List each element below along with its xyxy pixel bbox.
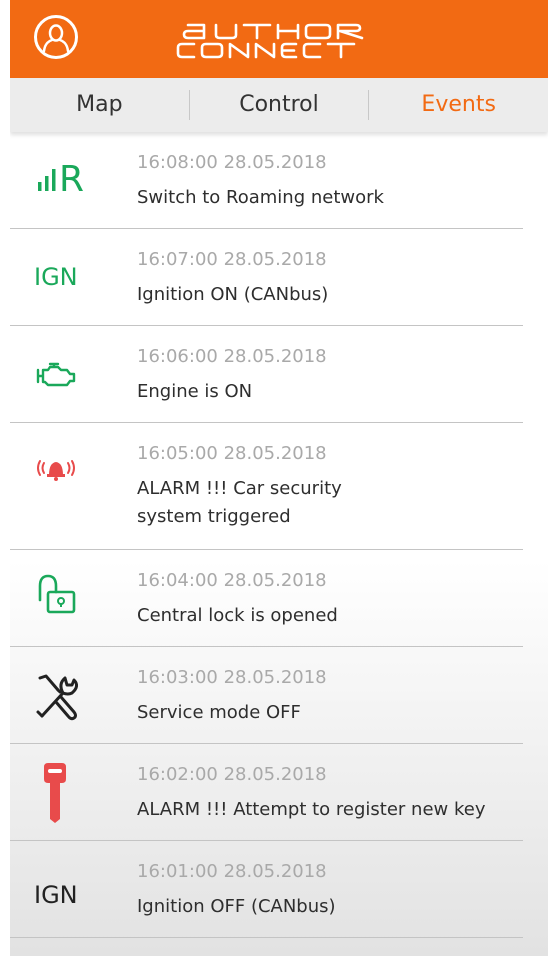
ignition-label: IGN — [34, 263, 78, 291]
alarm-bell-icon — [34, 453, 114, 483]
event-time: 16:05:00 28.05.2018 — [137, 443, 327, 464]
event-description: Ignition ON (CANbus) — [137, 284, 329, 305]
ignition-label: IGN — [34, 881, 78, 909]
event-time: 16:08:00 28.05.2018 — [137, 152, 327, 173]
event-description: Ignition OFF (CANbus) — [137, 896, 336, 917]
unlocked-padlock-icon — [34, 570, 114, 622]
ignition-off-icon: IGN — [34, 875, 114, 915]
event-time: 16:01:00 28.05.2018 — [137, 861, 327, 882]
event-time: 16:02:00 28.05.2018 — [137, 764, 327, 785]
event-row[interactable]: 16:05:00 28.05.2018 ALARM !!! Car securi… — [10, 423, 523, 550]
event-time: 16:04:00 28.05.2018 — [137, 570, 327, 591]
event-row[interactable]: 16:03:00 28.05.2018 Service mode OFF — [10, 647, 523, 744]
roaming-letter: R — [59, 159, 84, 196]
event-description: ALARM !!! Attempt to register new key — [137, 799, 486, 820]
event-row[interactable]: IGN 16:07:00 28.05.2018 Ignition ON (CAN… — [10, 229, 523, 326]
tab-map[interactable]: Map — [10, 78, 189, 132]
event-description-line: ALARM !!! Car security — [137, 478, 342, 499]
event-row[interactable]: 16:06:00 28.05.2018 Engine is ON — [10, 326, 523, 423]
app-frame: Map Control Events R 16:08:00 28.05.2018 — [10, 0, 548, 956]
tab-control[interactable]: Control — [190, 78, 369, 132]
tab-bar: Map Control Events — [10, 78, 548, 132]
wrench-screwdriver-icon — [34, 671, 114, 723]
engine-icon — [34, 360, 114, 392]
event-description: Central lock is opened — [137, 605, 338, 626]
app-header — [10, 0, 548, 78]
author-connect-logo — [170, 17, 398, 65]
event-description-line: system triggered — [137, 506, 291, 527]
event-row[interactable]: R 16:08:00 28.05.2018 Switch to Roaming … — [10, 132, 523, 229]
key-icon — [34, 762, 114, 826]
event-description: Engine is ON — [137, 381, 253, 402]
event-row[interactable]: IGN 16:01:00 28.05.2018 Ignition OFF (CA… — [10, 841, 523, 938]
event-description: ALARM !!! Car security system triggered — [137, 475, 523, 531]
event-row[interactable]: 16:02:00 28.05.2018 ALARM !!! Attempt to… — [10, 744, 523, 841]
event-time: 16:06:00 28.05.2018 — [137, 346, 327, 367]
user-profile-icon[interactable] — [34, 15, 78, 59]
ignition-on-icon: IGN — [34, 257, 114, 297]
event-time: 16:03:00 28.05.2018 — [137, 667, 327, 688]
event-description: Switch to Roaming network — [137, 187, 384, 208]
tab-events[interactable]: Events — [369, 78, 548, 132]
event-time: 16:07:00 28.05.2018 — [137, 249, 327, 270]
event-row[interactable]: 16:04:00 28.05.2018 Central lock is open… — [10, 550, 523, 647]
event-list: R 16:08:00 28.05.2018 Switch to Roaming … — [10, 132, 548, 938]
event-description: Service mode OFF — [137, 702, 301, 723]
roaming-signal-icon: R — [34, 154, 114, 198]
